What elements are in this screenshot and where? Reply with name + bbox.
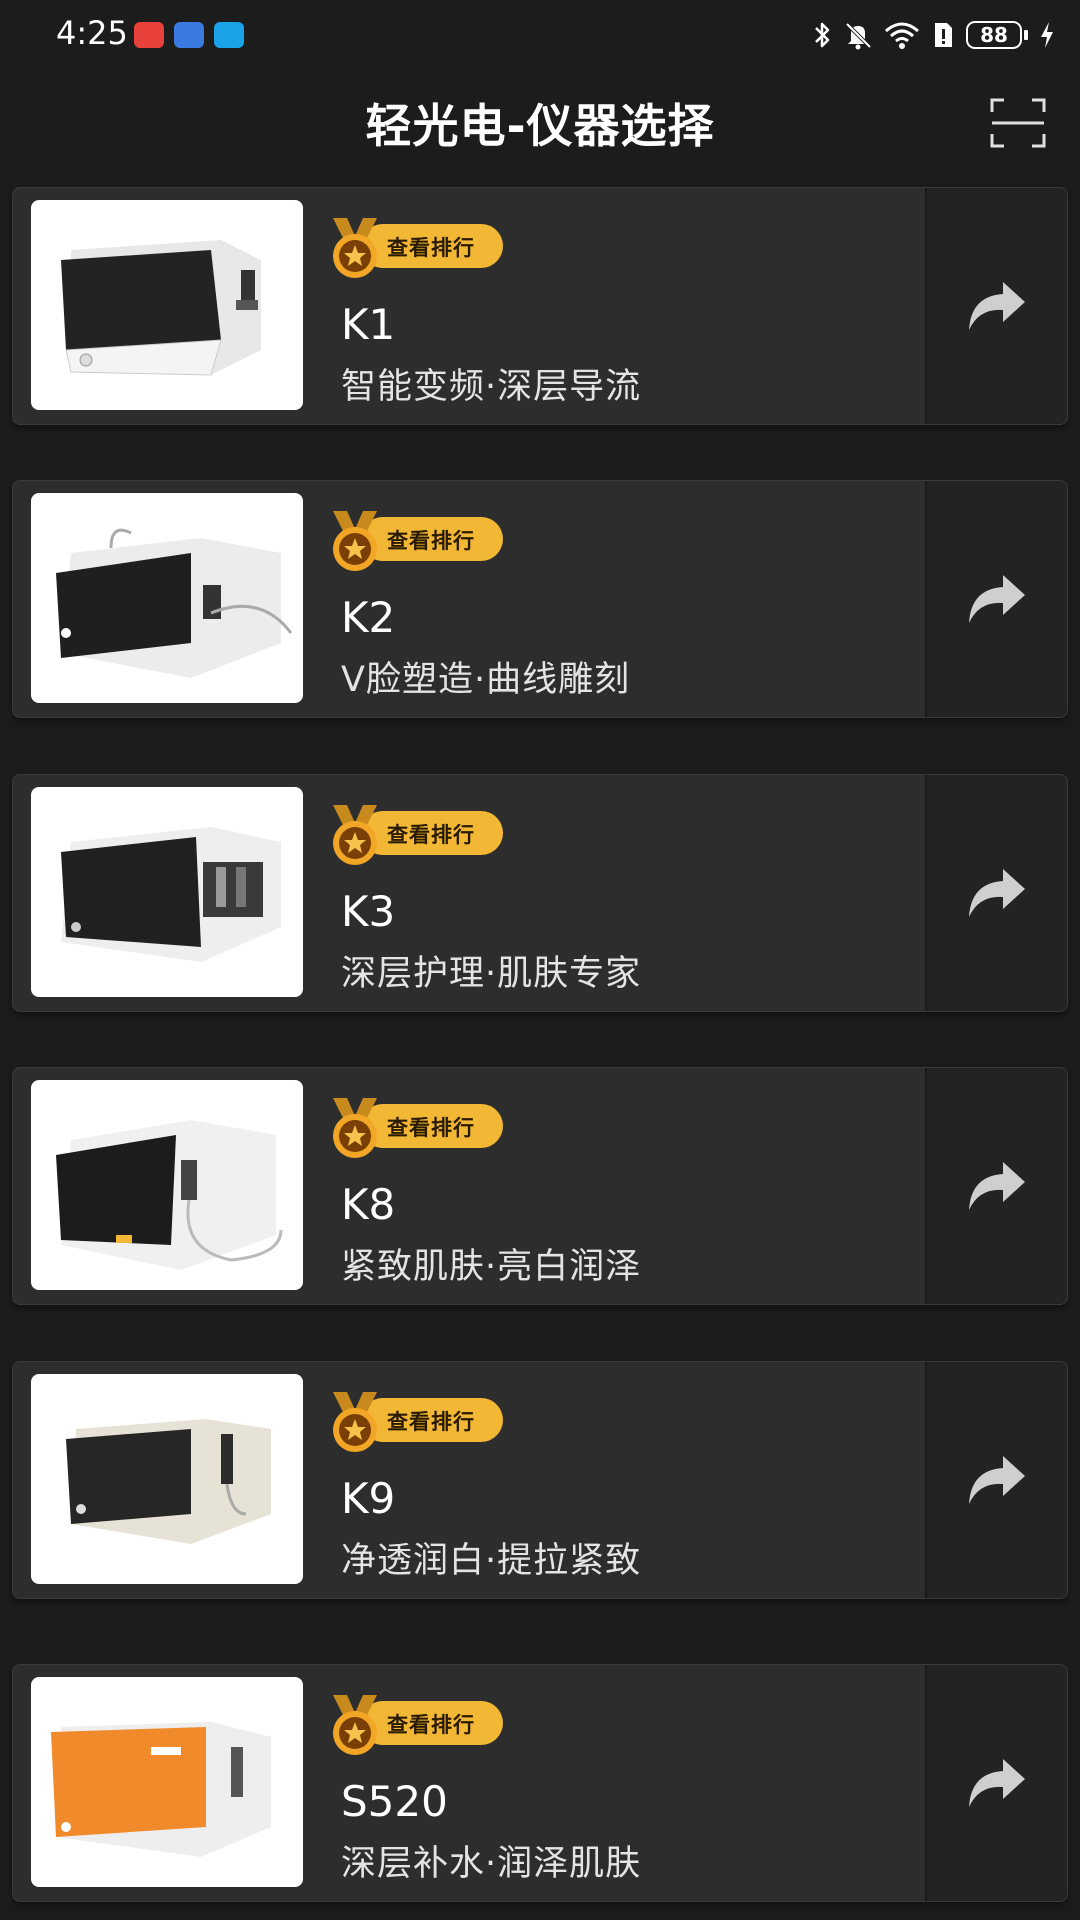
share-button[interactable] [925, 1068, 1067, 1304]
share-arrow-icon [969, 869, 1025, 917]
usb-notification-icon [174, 22, 204, 48]
product-card[interactable]: 查看排行 K9 净透润白·提拉紧致 [12, 1361, 1068, 1599]
product-description: 深层护理·肌肤专家 [341, 954, 642, 994]
share-button[interactable] [925, 1362, 1067, 1598]
product-image [31, 1677, 303, 1887]
bluetooth-icon [815, 22, 830, 48]
product-card[interactable]: 查看排行 S520 深层补水·润泽肌肤 [12, 1664, 1068, 1902]
battery-cap [1024, 30, 1028, 40]
product-image [31, 1374, 303, 1584]
share-arrow-icon [969, 282, 1025, 330]
medal-icon [333, 511, 377, 571]
product-description: V脸塑造·曲线雕刻 [341, 660, 631, 700]
share-arrow-icon [969, 1759, 1025, 1807]
share-button[interactable] [925, 188, 1067, 424]
ranking-badge[interactable]: 查看排行 [325, 1390, 505, 1452]
share-arrow-icon [969, 1162, 1025, 1210]
ranking-badge[interactable]: 查看排行 [325, 216, 505, 278]
product-description: 紧致肌肤·亮白润泽 [341, 1247, 642, 1287]
medal-icon [333, 1392, 377, 1452]
status-time: 4:25 [56, 14, 128, 52]
product-model: K1 [341, 300, 396, 349]
product-image [31, 787, 303, 997]
badge-label: 查看排行 [387, 1116, 475, 1140]
share-arrow-icon [969, 1456, 1025, 1504]
ranking-badge[interactable]: 查看排行 [325, 509, 505, 571]
status-bar: 4:25 88 [0, 0, 1080, 70]
badge-label: 查看排行 [387, 1713, 475, 1737]
sim-alert-icon [935, 23, 952, 47]
product-card[interactable]: 查看排行 K2 V脸塑造·曲线雕刻 [12, 480, 1068, 718]
product-description: 净透润白·提拉紧致 [341, 1541, 642, 1581]
battery-level: 88 [966, 21, 1022, 49]
search-app-notification-icon [214, 22, 244, 48]
product-description: 智能变频·深层导流 [341, 367, 642, 407]
share-button[interactable] [925, 1665, 1067, 1901]
product-card[interactable]: 查看排行 K3 深层护理·肌肤专家 [12, 774, 1068, 1012]
charging-icon [1041, 22, 1053, 48]
badge-label: 查看排行 [387, 236, 475, 260]
badge-label: 查看排行 [387, 823, 475, 847]
product-model: S520 [341, 1777, 448, 1826]
ranking-badge[interactable]: 查看排行 [325, 1693, 505, 1755]
product-model: K8 [341, 1180, 396, 1229]
shop-app-notification-icon [134, 22, 164, 48]
share-button[interactable] [925, 481, 1067, 717]
product-model: K2 [341, 593, 396, 642]
page-title: 轻光电-仪器选择 [365, 99, 715, 153]
product-description: 深层补水·润泽肌肤 [341, 1844, 642, 1884]
share-arrow-icon [969, 575, 1025, 623]
medal-icon [333, 805, 377, 865]
medal-icon [333, 1098, 377, 1158]
wifi-icon [885, 22, 919, 49]
ranking-badge[interactable]: 查看排行 [325, 1096, 505, 1158]
product-model: K9 [341, 1474, 396, 1523]
share-button[interactable] [925, 775, 1067, 1011]
product-model: K3 [341, 887, 396, 936]
scan-icon [990, 98, 1046, 148]
product-image [31, 1080, 303, 1290]
product-image [31, 200, 303, 410]
product-card[interactable]: 查看排行 K1 智能变频·深层导流 [12, 187, 1068, 425]
battery-indicator: 88 [966, 21, 1028, 49]
mute-bell-icon [845, 22, 872, 50]
ranking-badge[interactable]: 查看排行 [325, 803, 505, 865]
product-card[interactable]: 查看排行 K8 紧致肌肤·亮白润泽 [12, 1067, 1068, 1305]
medal-icon [333, 218, 377, 278]
scan-button[interactable] [990, 98, 1046, 148]
header: 轻光电-仪器选择 [0, 80, 1080, 170]
badge-label: 查看排行 [387, 1410, 475, 1434]
badge-label: 查看排行 [387, 529, 475, 553]
product-image [31, 493, 303, 703]
system-icons: 88 [812, 18, 1054, 52]
medal-icon [333, 1695, 377, 1755]
